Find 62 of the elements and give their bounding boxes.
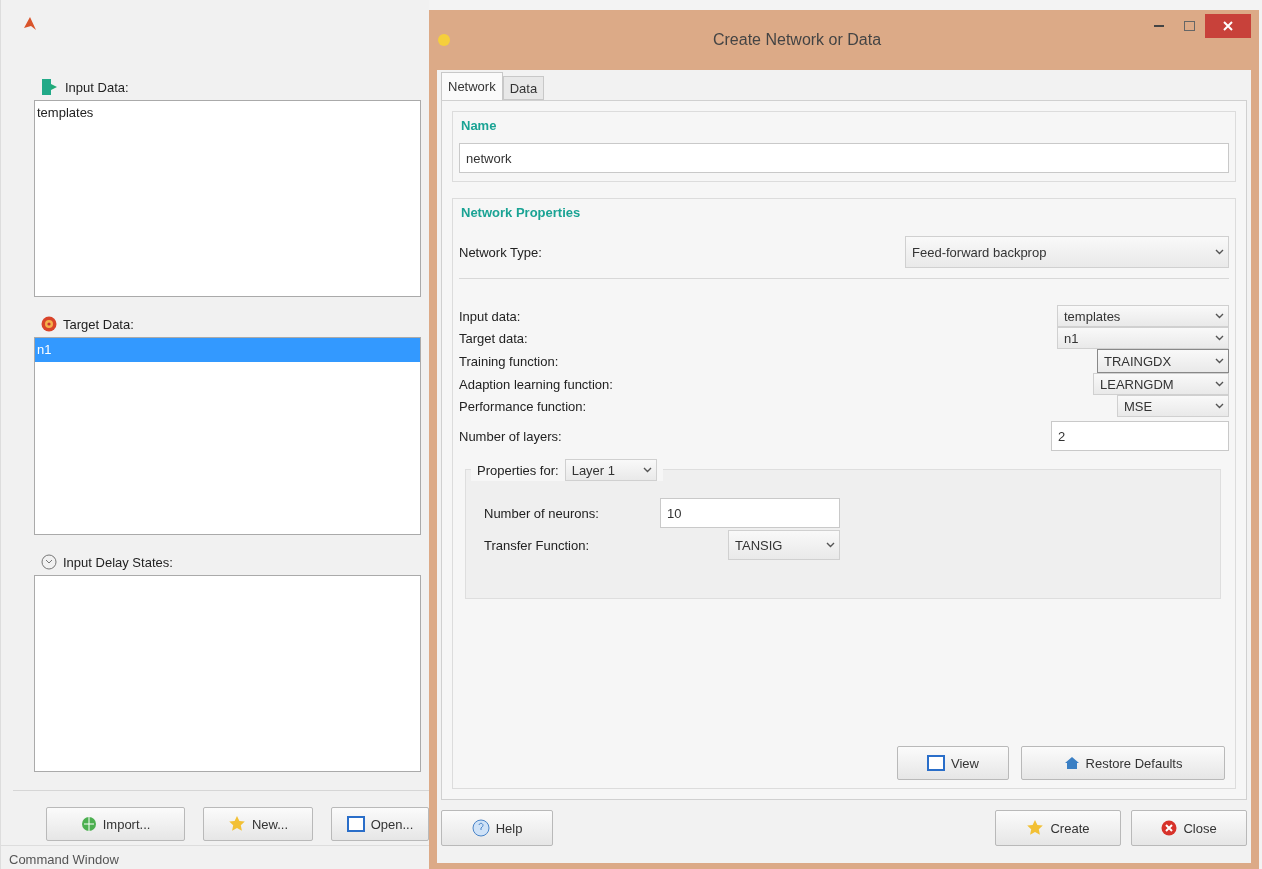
new-button[interactable]: New... bbox=[203, 807, 313, 841]
group-title: Network Properties bbox=[461, 205, 582, 220]
minimize-icon bbox=[1154, 24, 1164, 28]
view-button[interactable]: View bbox=[897, 746, 1009, 780]
house-icon bbox=[1063, 756, 1080, 770]
caret-icon bbox=[826, 542, 835, 548]
caret-icon bbox=[1215, 335, 1224, 341]
import-button[interactable]: Import... bbox=[46, 807, 186, 841]
name-field[interactable]: network bbox=[459, 143, 1229, 173]
chevron-circle-icon bbox=[41, 554, 57, 570]
dropdown[interactable]: MSE bbox=[1117, 395, 1229, 417]
caret-icon bbox=[642, 467, 652, 473]
open-button[interactable]: Open... bbox=[330, 807, 429, 841]
dropdown[interactable]: LEARNGDM bbox=[1093, 373, 1229, 395]
list-label: Input Data: bbox=[65, 79, 129, 95]
field-label: Network Type: bbox=[459, 244, 542, 260]
group-title: Name bbox=[461, 118, 498, 133]
command-window-title: Command Window bbox=[1, 845, 429, 869]
help-button[interactable]: Help bbox=[441, 810, 553, 846]
list-label: Input Delay States: bbox=[63, 554, 173, 570]
field-label: Transfer Function: bbox=[484, 537, 590, 553]
window-icon bbox=[346, 816, 365, 832]
close-button[interactable]: Close bbox=[1131, 810, 1247, 846]
number-field[interactable]: 10 bbox=[660, 498, 840, 528]
field-label: Adaption learning function: bbox=[459, 376, 613, 392]
caret-icon bbox=[1215, 249, 1224, 255]
window-icon bbox=[927, 755, 945, 771]
network-type-dropdown[interactable]: Feed-forward backprop bbox=[905, 236, 1229, 268]
window-title: Create Network or Data bbox=[711, 31, 883, 49]
variable-list[interactable]: templates bbox=[34, 100, 421, 297]
number-field[interactable]: 2 bbox=[1051, 421, 1229, 451]
caret-icon bbox=[1215, 403, 1224, 409]
app-logo-icon bbox=[23, 16, 37, 32]
caret-icon bbox=[1215, 313, 1224, 319]
globe-icon bbox=[80, 816, 97, 832]
list-label: Target Data: bbox=[63, 316, 134, 332]
caret-icon bbox=[1215, 358, 1224, 364]
create-button[interactable]: Create bbox=[995, 810, 1121, 846]
field-label: Number of layers: bbox=[459, 428, 562, 444]
restore-button[interactable]: Restore Defaults bbox=[1021, 746, 1225, 780]
arrow-icon bbox=[41, 78, 59, 96]
help-icon bbox=[471, 819, 490, 837]
dropdown[interactable]: n1 bbox=[1057, 327, 1229, 349]
field-label: Properties for: bbox=[477, 462, 559, 478]
field-label: Input data: bbox=[459, 308, 521, 324]
list-item[interactable]: templates bbox=[35, 101, 420, 125]
close-icon bbox=[1223, 21, 1233, 31]
tab[interactable]: Data bbox=[502, 76, 545, 100]
close-button[interactable] bbox=[1205, 14, 1251, 38]
tab[interactable]: Network bbox=[441, 72, 503, 100]
field-label: Number of neurons: bbox=[484, 505, 600, 521]
dropdown[interactable]: TANSIG bbox=[728, 530, 840, 560]
layer-dropdown[interactable]: Layer 1 bbox=[564, 459, 657, 481]
field-label: Performance function: bbox=[459, 398, 587, 414]
dropdown[interactable]: TRAINGDX bbox=[1097, 349, 1229, 373]
close-icon bbox=[1161, 820, 1178, 836]
caret-icon bbox=[1215, 381, 1224, 387]
field-label: Training function: bbox=[459, 353, 559, 369]
field-label: Target data: bbox=[459, 330, 528, 346]
dropdown[interactable]: templates bbox=[1057, 305, 1229, 327]
maximize-icon bbox=[1183, 21, 1195, 31]
target-icon bbox=[41, 316, 57, 332]
